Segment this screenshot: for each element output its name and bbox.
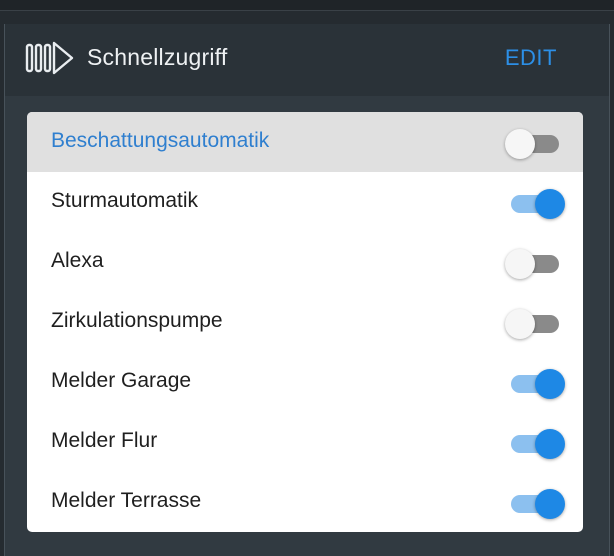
app-background: Schnellzugriff EDIT Beschattungsautomati… (0, 0, 614, 556)
item-label: Melder Flur (51, 429, 158, 452)
toggle-switch[interactable] (505, 189, 565, 219)
quick-access-panel: Schnellzugriff EDIT Beschattungsautomati… (4, 24, 610, 556)
toggle-knob (535, 369, 565, 399)
item-label: Sturmautomatik (51, 189, 199, 212)
top-bar (0, 0, 614, 11)
toggle-knob (535, 429, 565, 459)
list-item[interactable]: Alexa (27, 232, 583, 292)
shutter-arrow-icon (25, 40, 75, 76)
toggle-knob (505, 309, 535, 339)
toggle-switch[interactable] (505, 309, 565, 339)
toggle-knob (505, 249, 535, 279)
panel-title: Schnellzugriff (87, 44, 228, 70)
item-label: Melder Garage (51, 369, 192, 392)
list-item[interactable]: Beschattungsautomatik (27, 112, 583, 172)
list-item[interactable]: Melder Terrasse (27, 472, 583, 532)
toggle-knob (505, 129, 535, 159)
item-label: Zirkulationspumpe (51, 309, 223, 332)
toggle-switch[interactable] (505, 129, 565, 159)
item-label: Melder Terrasse (51, 489, 202, 512)
toggle-switch[interactable] (505, 429, 565, 459)
toggle-knob (535, 489, 565, 519)
list-item[interactable]: Melder Garage (27, 352, 583, 412)
toggle-switch[interactable] (505, 489, 565, 519)
toggle-knob (535, 189, 565, 219)
toggle-switch[interactable] (505, 369, 565, 399)
edit-button[interactable]: EDIT (505, 45, 557, 71)
list-item[interactable]: Sturmautomatik (27, 172, 583, 232)
panel-header: Schnellzugriff EDIT (5, 24, 609, 96)
toggle-list: Beschattungsautomatik Sturmautomatik Ale… (27, 112, 583, 532)
item-label: Alexa (51, 249, 104, 272)
toggle-switch[interactable] (505, 249, 565, 279)
list-item[interactable]: Melder Flur (27, 412, 583, 472)
list-item[interactable]: Zirkulationspumpe (27, 292, 583, 352)
item-label: Beschattungsautomatik (51, 129, 270, 152)
